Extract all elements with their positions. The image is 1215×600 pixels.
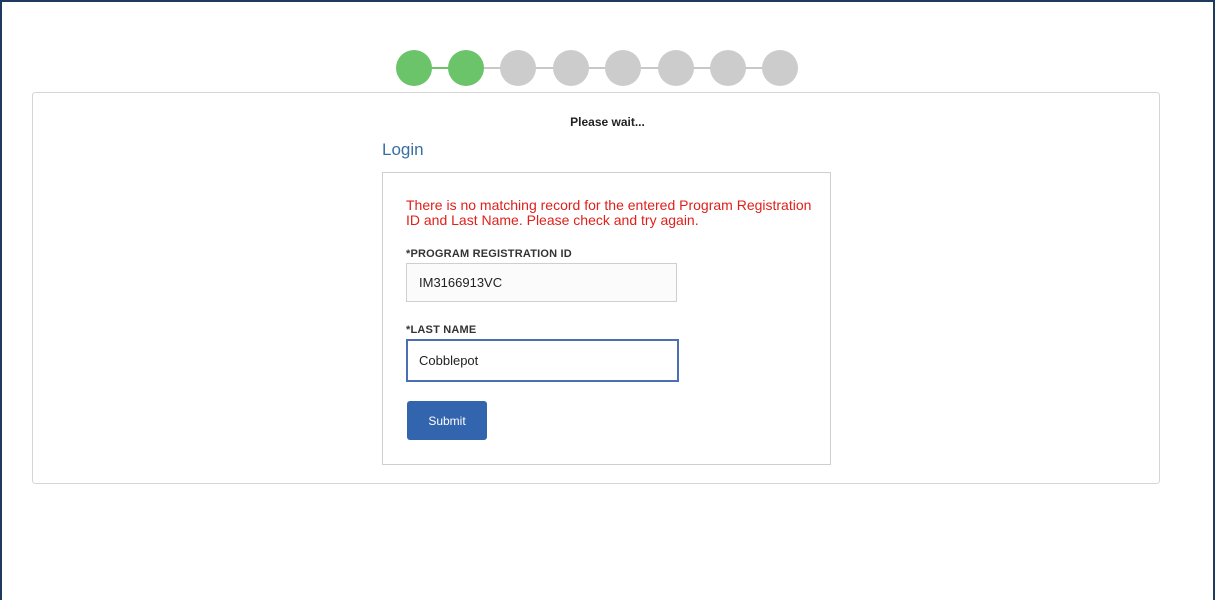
last-name-input[interactable]	[406, 339, 679, 382]
step-4-indicator	[553, 50, 589, 86]
registration-id-label: *PROGRAM REGISTRATION ID	[406, 248, 572, 260]
last-name-label: *LAST NAME	[406, 324, 477, 336]
step-7-indicator	[710, 50, 746, 86]
step-3-indicator	[500, 50, 536, 86]
step-5-indicator	[605, 50, 641, 86]
step-6-indicator	[658, 50, 694, 86]
submit-button[interactable]: Submit	[407, 401, 487, 440]
login-title: Login	[382, 140, 424, 159]
step-8-indicator	[762, 50, 798, 86]
registration-id-input[interactable]	[406, 263, 677, 302]
loading-status-text: Please wait...	[570, 115, 645, 129]
progress-stepper	[396, 50, 798, 86]
step-2-indicator	[448, 50, 484, 86]
error-message: There is no matching record for the ente…	[406, 197, 812, 228]
step-1-indicator	[396, 50, 432, 86]
